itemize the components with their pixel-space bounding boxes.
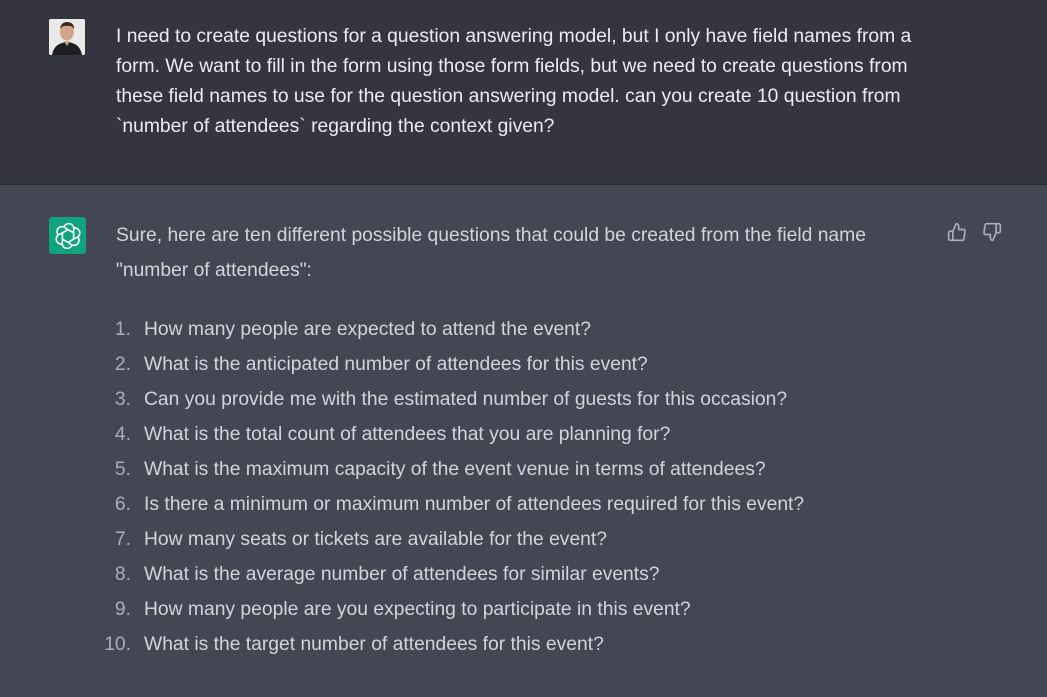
list-item-text: How many people are expected to attend t… [144,319,591,340]
list-item-text: What is the target number of attendees f… [144,634,604,655]
user-message-row: I need to create questions for a questio… [0,0,1047,185]
assistant-intro-text: Sure, here are ten different possible qu… [116,225,866,281]
list-item-number: 4. [114,424,131,445]
list-item-text: What is the total count of attendees tha… [144,424,671,445]
list-item-number: 6. [114,494,131,515]
list-item-text: What is the maximum capacity of the even… [144,459,766,480]
list-item-text: What is the anticipated number of attend… [144,354,648,375]
assistant-message-row: Sure, here are ten different possible qu… [0,185,1047,697]
openai-logo-icon [49,217,86,254]
list-item-number: 3. [114,389,131,410]
list-item-number: 2. [114,354,131,375]
thumbs-down-icon [983,222,1002,242]
list-item-text: Can you provide me with the estimated nu… [144,389,788,410]
thumbs-up-button[interactable] [946,221,968,243]
user-avatar-icon [49,19,85,55]
list-item-number: 7. [114,529,131,550]
list-item-number: 9. [114,599,131,620]
thumbs-down-button[interactable] [981,221,1003,243]
user-message-text: I need to create questions for a questio… [116,26,912,137]
list-item-number: 5. [114,459,131,480]
list-item-number: 10. [104,634,131,655]
list-item-text: What is the average number of attendees … [144,564,660,585]
thumbs-up-icon [947,222,966,242]
list-item-text: How many seats or tickets are available … [144,529,607,550]
list-item-number: 8. [114,564,131,585]
list-item-text: Is there a minimum or maximum number of … [144,494,805,515]
list-item-text: How many people are you expecting to par… [144,599,691,620]
list-item-number: 1. [114,319,131,340]
